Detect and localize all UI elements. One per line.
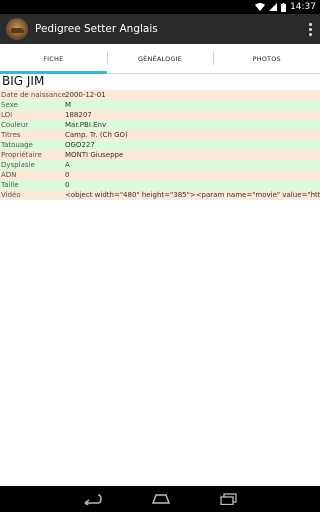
detail-row-owner: Propriétaire MONTI Giuseppe — [0, 150, 320, 160]
detail-row-titles: Titres Camp. Tr. (Ch GO) — [0, 130, 320, 140]
detail-value: A — [65, 161, 70, 169]
signal-icon — [269, 3, 278, 11]
detail-value: Camp. Tr. (Ch GO) — [65, 131, 128, 139]
status-bar: 14:37 — [0, 0, 320, 14]
detail-value: 0 — [65, 181, 70, 189]
battery-icon — [281, 2, 287, 12]
back-icon[interactable] — [82, 493, 102, 505]
detail-row-dysplasia: Dysplasie A — [0, 160, 320, 170]
detail-value: Mar.PBI.Env — [65, 121, 107, 129]
detail-row-video: Vidéo <object width="480" height="385"><… — [0, 190, 320, 200]
detail-label: Dysplasie — [1, 161, 35, 169]
navigation-bar — [0, 486, 320, 512]
tab-fiche[interactable]: FICHE — [0, 44, 107, 74]
home-icon[interactable] — [150, 493, 172, 505]
dog-details: BIG JIM Date de naissance 2000-12-01 Sex… — [0, 73, 320, 200]
detail-value: MONTI Giuseppe — [65, 151, 124, 159]
detail-label: Vidéo — [1, 191, 21, 199]
detail-value: 0 — [65, 171, 70, 179]
tab-bar: FICHE GÉNÉALOGIE PHOTOS — [0, 44, 320, 74]
dog-name: BIG JIM — [2, 74, 45, 88]
detail-label: Titres — [1, 131, 21, 139]
app-title: Pedigree Setter Anglais — [35, 23, 158, 35]
detail-label: ADN — [1, 171, 17, 179]
detail-row-sex: Sexe M — [0, 100, 320, 110]
detail-label: LOI — [1, 111, 13, 119]
detail-label: Couleur — [1, 121, 29, 129]
detail-row-loi: LOI 188207 — [0, 110, 320, 120]
overflow-menu-icon[interactable] — [300, 14, 320, 44]
detail-label: Propriétaire — [1, 151, 42, 159]
detail-value: 2000-12-01 — [65, 91, 106, 99]
app-logo-icon[interactable] — [6, 18, 28, 40]
detail-row-size: Taille 0 — [0, 180, 320, 190]
detail-row-tattoo: Tatouage OGO227 — [0, 140, 320, 150]
tab-photos[interactable]: PHOTOS — [213, 44, 320, 73]
detail-value: OGO227 — [65, 141, 95, 149]
detail-label: Sexe — [1, 101, 18, 109]
detail-row-birth-date: Date de naissance 2000-12-01 — [0, 90, 320, 100]
status-time: 14:37 — [290, 2, 316, 12]
tab-genealogie[interactable]: GÉNÉALOGIE — [106, 44, 214, 73]
detail-label: Date de naissance — [1, 91, 66, 99]
detail-label: Taille — [1, 181, 19, 189]
detail-row-dna: ADN 0 — [0, 170, 320, 180]
action-bar: Pedigree Setter Anglais — [0, 14, 320, 44]
wifi-icon — [255, 3, 266, 11]
recents-icon[interactable] — [220, 493, 238, 505]
detail-label: Tatouage — [1, 141, 33, 149]
detail-value: 188207 — [65, 111, 92, 119]
detail-value: M — [65, 101, 72, 109]
detail-row-color: Couleur Mar.PBI.Env — [0, 120, 320, 130]
detail-value: <object width="480" height="385"><param … — [65, 191, 320, 199]
